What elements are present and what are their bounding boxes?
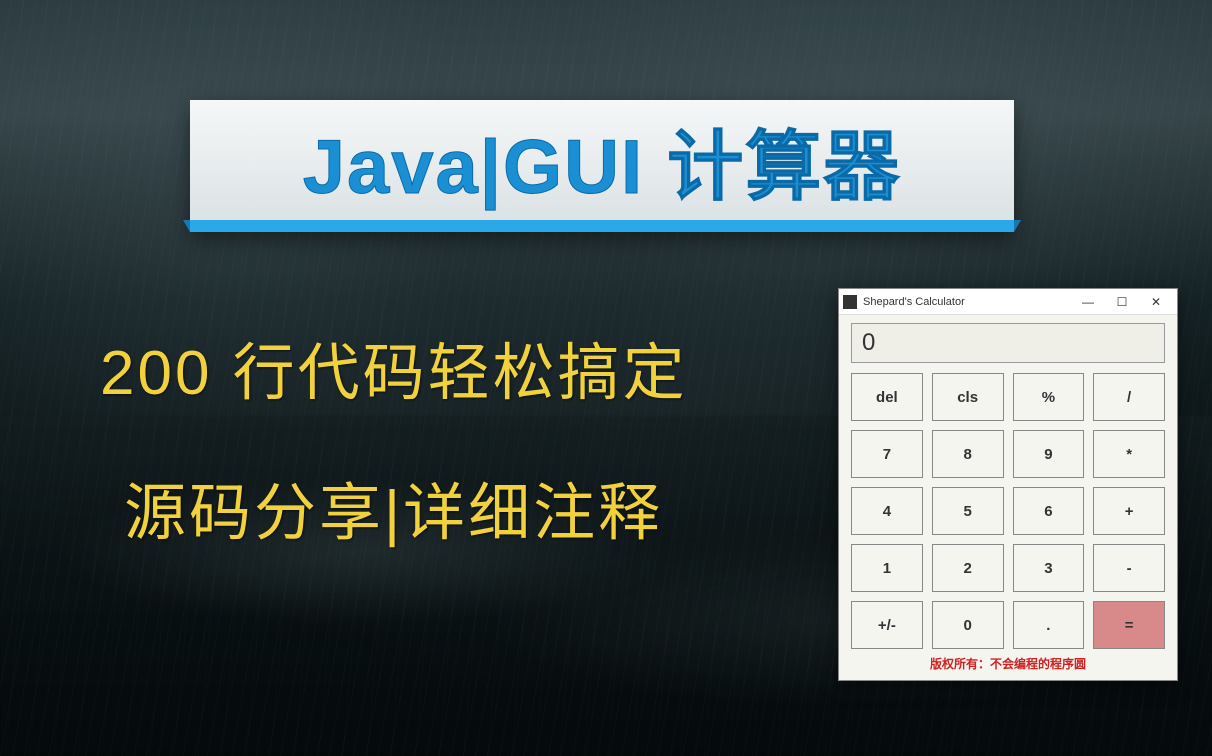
maximize-button[interactable]: ☐ (1105, 291, 1139, 313)
percent-button[interactable]: % (1013, 373, 1085, 421)
del-button[interactable]: del (851, 373, 923, 421)
calculator-footer: 版权所有：不会编程的程序圆 (851, 649, 1165, 674)
subtitle-line-1: 200 行代码轻松搞定 (100, 322, 688, 412)
close-button[interactable]: ✕ (1139, 291, 1173, 313)
zero-button[interactable]: 0 (932, 601, 1004, 649)
plusminus-button[interactable]: +/- (851, 601, 923, 649)
calculator-window: Shepard's Calculator — ☐ ✕ 0 del cls % /… (838, 288, 1178, 681)
four-button[interactable]: 4 (851, 487, 923, 535)
calculator-display: 0 (851, 323, 1165, 363)
nine-button[interactable]: 9 (1013, 430, 1085, 478)
calculator-window-title: Shepard's Calculator (863, 296, 1071, 308)
minus-button[interactable]: - (1093, 544, 1165, 592)
subtitle-line-2: 源码分享|详细注释 (124, 462, 663, 552)
cls-button[interactable]: cls (932, 373, 1004, 421)
calculator-body: 0 del cls % / 7 8 9 * 4 5 6 + 1 2 3 - +/… (839, 315, 1177, 680)
calculator-titlebar[interactable]: Shepard's Calculator — ☐ ✕ (839, 289, 1177, 315)
dot-button[interactable]: . (1013, 601, 1085, 649)
main-title: Java|GUI 计算器 (303, 105, 902, 215)
window-controls: — ☐ ✕ (1071, 291, 1173, 313)
six-button[interactable]: 6 (1013, 487, 1085, 535)
seven-button[interactable]: 7 (851, 430, 923, 478)
title-banner: Java|GUI 计算器 (190, 100, 1014, 232)
equals-button[interactable]: = (1093, 601, 1165, 649)
divide-button[interactable]: / (1093, 373, 1165, 421)
multiply-button[interactable]: * (1093, 430, 1165, 478)
one-button[interactable]: 1 (851, 544, 923, 592)
plus-button[interactable]: + (1093, 487, 1165, 535)
three-button[interactable]: 3 (1013, 544, 1085, 592)
minimize-button[interactable]: — (1071, 291, 1105, 313)
eight-button[interactable]: 8 (932, 430, 1004, 478)
two-button[interactable]: 2 (932, 544, 1004, 592)
calculator-keypad: del cls % / 7 8 9 * 4 5 6 + 1 2 3 - +/- … (851, 373, 1165, 649)
five-button[interactable]: 5 (932, 487, 1004, 535)
calculator-app-icon (843, 295, 857, 309)
